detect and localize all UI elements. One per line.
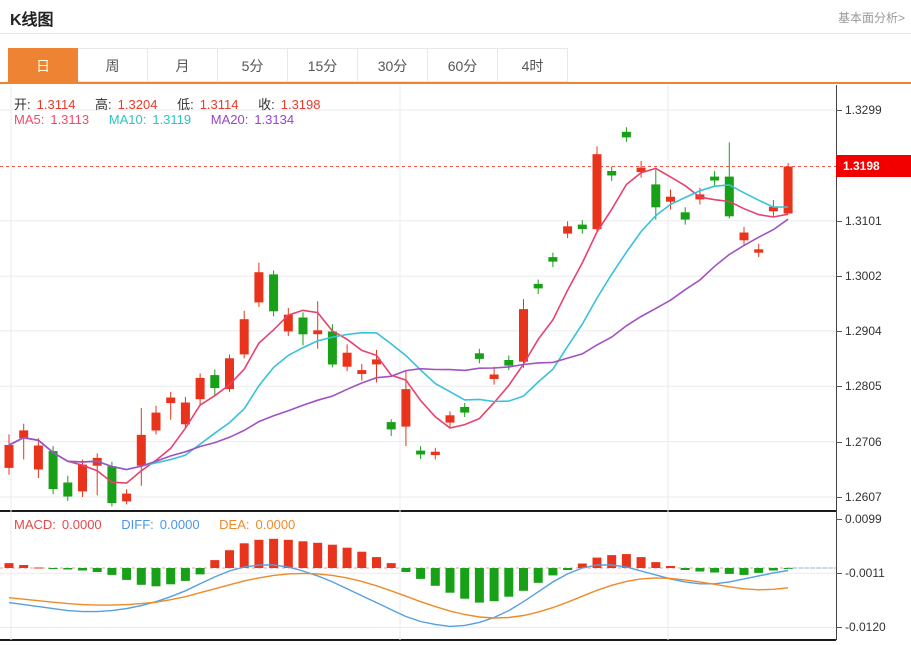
diff-value: 0.0000 [159, 517, 200, 532]
main-candlestick-chart [0, 85, 836, 511]
page-title: K线图 [10, 12, 54, 29]
axis-tick-mark [836, 110, 842, 111]
tab-period-6[interactable]: 60分 [428, 48, 498, 82]
macd-legend: MACD: 0.0000 DIFF: 0.0000 DEA: 0.0000 [14, 517, 301, 532]
tab-period-4[interactable]: 15分 [288, 48, 358, 82]
ma5-line [8, 167, 789, 484]
tab-period-7[interactable]: 4时 [498, 48, 568, 82]
price-axis-label: 1.3002 [845, 269, 882, 283]
tab-period-2[interactable]: 月 [148, 48, 218, 82]
fundamental-analysis-link[interactable]: 基本面分析> [838, 9, 905, 26]
macd-label: MACD: [14, 517, 56, 532]
axis-tick-mark [836, 221, 842, 222]
axis-tick-mark [836, 386, 842, 387]
dea-value: 0.0000 [255, 517, 296, 532]
title-divider [0, 33, 911, 34]
axis-tick-mark [836, 627, 842, 628]
tab-period-0[interactable]: 日 [8, 48, 78, 82]
axis-tick-mark [836, 497, 842, 498]
dea-label: DEA: [219, 517, 250, 532]
axis-tick-mark [836, 442, 842, 443]
current-price-badge: 1.3198 [836, 155, 911, 177]
macd-axis-label: -0.0011 [845, 566, 885, 580]
axis-tick-mark [836, 519, 842, 520]
ma5-value: 1.3113 [50, 112, 90, 127]
ma5-label: MA5: [14, 112, 45, 127]
close-value: 1.3198 [280, 97, 321, 112]
open-label: 开: [14, 97, 31, 112]
ma-legend: MA5: 1.3113 MA10: 1.3119 MA20: 1.3134 [14, 112, 300, 127]
tab-period-3[interactable]: 5分 [218, 48, 288, 82]
low-value: 1.3114 [199, 97, 239, 112]
ma20-value: 1.3134 [254, 112, 295, 127]
open-value: 1.3114 [36, 97, 76, 112]
period-tab-bar: 日周月 5分 15分 30分 60分 4时 [0, 48, 911, 84]
close-label: 收: [258, 97, 275, 112]
low-label: 低: [177, 97, 194, 112]
ma10-label: MA10: [108, 112, 147, 127]
high-value: 1.3204 [117, 97, 158, 112]
price-axis-label: 1.2904 [845, 324, 882, 338]
dea-line [8, 572, 789, 619]
price-axis-label: 1.3101 [845, 214, 882, 228]
high-label: 高: [95, 97, 112, 112]
candles-group [4, 127, 793, 507]
price-axis-label: 1.3299 [845, 103, 882, 117]
axis-tick-mark [836, 573, 842, 574]
macd-value: 0.0000 [61, 517, 102, 532]
price-axis-label: 1.2706 [845, 435, 882, 449]
macd-axis-label: 0.0099 [845, 512, 882, 526]
macd-axis-label: -0.0120 [845, 620, 886, 634]
price-axis-label: 1.2607 [845, 490, 882, 504]
axis-tick-mark [836, 276, 842, 277]
ohlc-legend: 开: 1.3114 高: 1.3204 低: 1.3114 收: 1.3198 [14, 94, 327, 113]
tab-period-1[interactable]: 周 [78, 48, 148, 82]
diff-label: DIFF: [121, 517, 154, 532]
ma20-line [8, 218, 789, 471]
price-axis-label: 1.2805 [845, 379, 882, 393]
ma10-value: 1.3119 [152, 112, 192, 127]
tab-period-5[interactable]: 30分 [358, 48, 428, 82]
ma10-line [8, 184, 789, 471]
ma20-label: MA20: [210, 112, 249, 127]
kline-page: K线图 基本面分析> 日周月 5分 15分 30分 60分 4时 开: 1.3114 高: 1… [0, 0, 911, 645]
axis-tick-mark [836, 331, 842, 332]
